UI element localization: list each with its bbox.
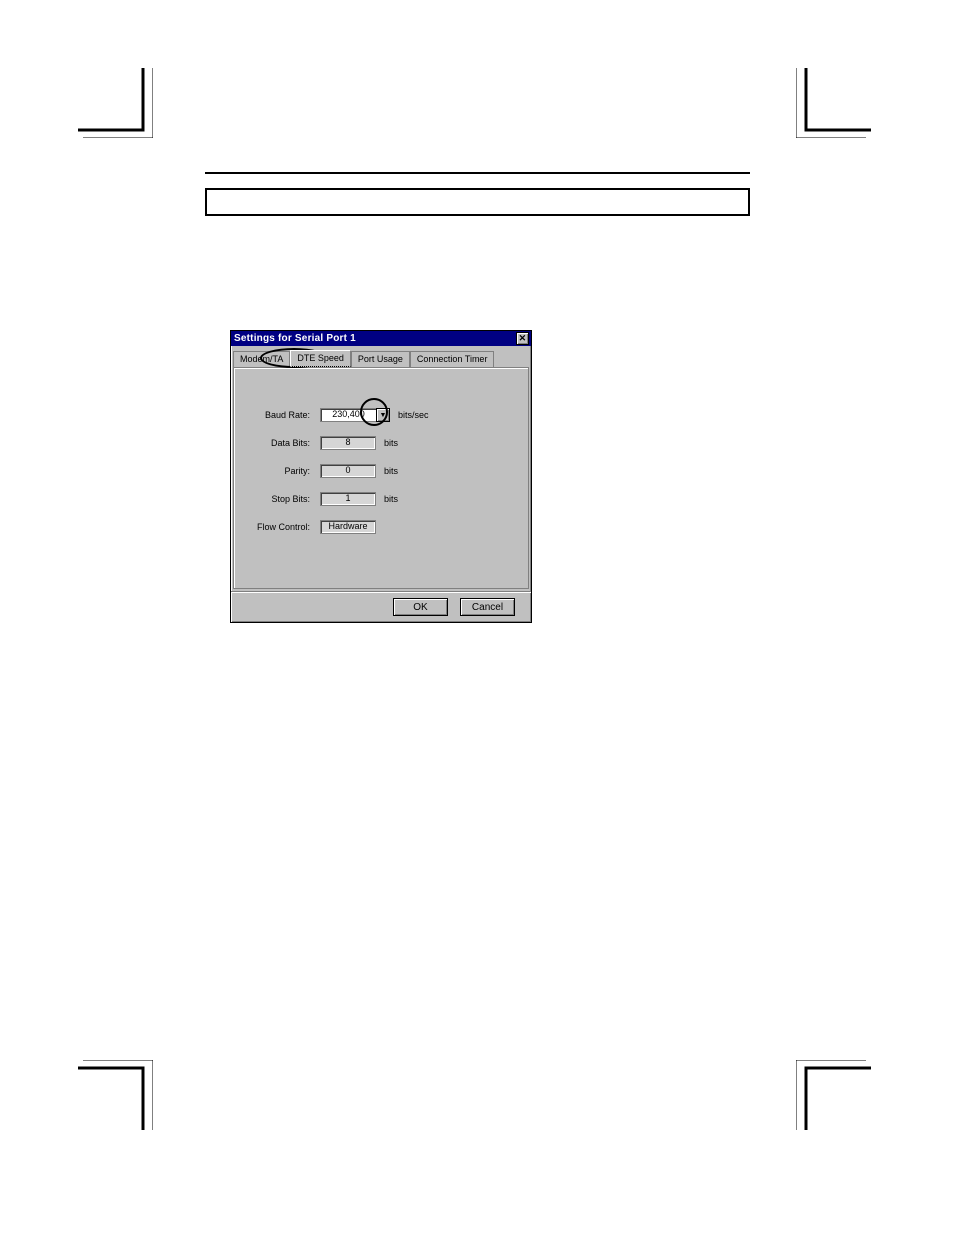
dte-speed-panel: Baud Rate: 230,400 ▼ bits/sec Data Bits:… [233, 367, 529, 589]
button-label: OK [413, 602, 427, 613]
tab-port-usage[interactable]: Port Usage [351, 351, 410, 368]
tab-label: Connection Timer [417, 354, 488, 364]
chevron-down-icon[interactable]: ▼ [376, 408, 390, 422]
crop-mark-top-left [78, 68, 153, 138]
parity-unit: bits [376, 466, 398, 476]
cancel-button[interactable]: Cancel [460, 598, 515, 616]
tab-label: Modem/TA [240, 354, 283, 364]
blank-header-box [205, 188, 750, 216]
stop-bits-value: 1 [320, 492, 376, 506]
stop-bits-label: Stop Bits: [246, 494, 320, 504]
data-bits-unit: bits [376, 438, 398, 448]
tab-strip: Modem/TA DTE Speed Port Usage Connection… [233, 350, 529, 367]
parity-label: Parity: [246, 466, 320, 476]
tab-label: Port Usage [358, 354, 403, 364]
ok-button[interactable]: OK [393, 598, 448, 616]
baud-rate-unit: bits/sec [390, 410, 429, 420]
button-label: Cancel [472, 602, 503, 613]
header-rule [205, 172, 750, 174]
baud-rate-label: Baud Rate: [246, 410, 320, 420]
data-bits-label: Data Bits: [246, 438, 320, 448]
tab-label: DTE Speed [297, 353, 344, 363]
crop-mark-top-right [796, 68, 871, 138]
titlebar[interactable]: Settings for Serial Port 1 ✕ [231, 331, 531, 346]
tab-dte-speed[interactable]: DTE Speed [290, 350, 351, 367]
flow-control-value: Hardware [320, 520, 376, 534]
crop-mark-bottom-right [796, 1060, 871, 1130]
parity-value: 0 [320, 464, 376, 478]
serial-port-settings-dialog: Settings for Serial Port 1 ✕ Modem/TA DT… [230, 330, 532, 623]
tab-modem[interactable]: Modem/TA [233, 351, 290, 368]
stop-bits-unit: bits [376, 494, 398, 504]
titlebar-text: Settings for Serial Port 1 [234, 333, 356, 344]
button-bar: OK Cancel [231, 591, 531, 622]
flow-control-label: Flow Control: [246, 522, 320, 532]
crop-mark-bottom-left [78, 1060, 153, 1130]
data-bits-value: 8 [320, 436, 376, 450]
tab-connection-timer[interactable]: Connection Timer [410, 351, 495, 368]
close-icon[interactable]: ✕ [516, 332, 529, 345]
baud-rate-select[interactable]: 230,400 [320, 408, 376, 422]
